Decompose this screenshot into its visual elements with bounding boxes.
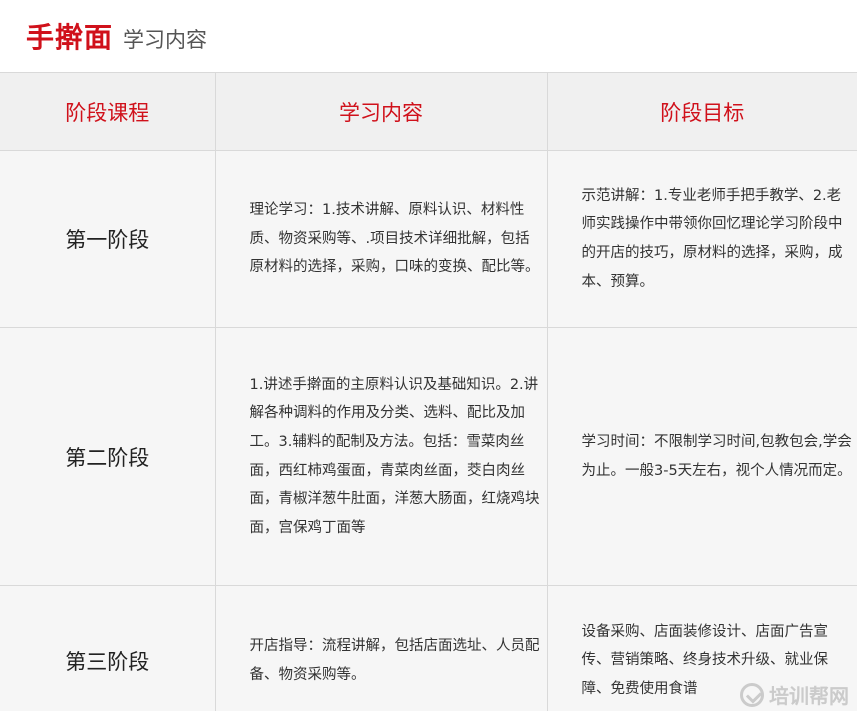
- section-subtitle: 学习内容: [123, 28, 208, 52]
- course-table: 阶段课程 学习内容 阶段目标 第一阶段 理论学习：1.技术讲解、原料认识、材料性…: [0, 72, 857, 711]
- stage-cell: 第二阶段: [0, 327, 216, 586]
- table-header-row: 阶段课程 学习内容 阶段目标: [0, 72, 857, 151]
- column-header-content: 学习内容: [214, 72, 548, 151]
- stage-cell: 第一阶段: [0, 150, 216, 328]
- content-cell: 1.讲述手擀面的主原料认识及基础知识。2.讲解各种调料的作用及分类、选料、配比及…: [214, 327, 548, 586]
- column-header-goal: 阶段目标: [546, 72, 857, 151]
- goal-cell: 示范讲解：1.专业老师手把手教学、2.老师实践操作中带领你回忆理论学习阶段中的开…: [546, 150, 857, 328]
- watermark-logo-icon: [740, 682, 764, 707]
- watermark-text: 培训帮网: [769, 684, 849, 708]
- section-header: 手擀面 学习内容: [0, 0, 857, 72]
- watermark: 培训帮网: [740, 680, 849, 709]
- section-title: 手擀面: [26, 21, 114, 54]
- table-row: 第二阶段 1.讲述手擀面的主原料认识及基础知识。2.讲解各种调料的作用及分类、选…: [0, 327, 857, 586]
- content-cell: 理论学习：1.技术讲解、原料认识、材料性质、物资采购等、.项目技术详细批解，包括…: [214, 150, 548, 328]
- content-cell: 开店指导：流程讲解，包括店面选址、人员配备、物资采购等。: [214, 585, 548, 711]
- table-row: 第三阶段 开店指导：流程讲解，包括店面选址、人员配备、物资采购等。 设备采购、店…: [0, 585, 857, 711]
- page: 手擀面 学习内容 阶段课程 学习内容 阶段目标 第一阶段 理论学习：1.技术讲解…: [0, 0, 857, 711]
- column-header-stage: 阶段课程: [0, 72, 216, 151]
- stage-cell: 第三阶段: [0, 585, 216, 711]
- table-row: 第一阶段 理论学习：1.技术讲解、原料认识、材料性质、物资采购等、.项目技术详细…: [0, 150, 857, 328]
- goal-cell: 学习时间：不限制学习时间,包教包会,学会为止。一般3-5天左右，视个人情况而定。: [546, 327, 857, 586]
